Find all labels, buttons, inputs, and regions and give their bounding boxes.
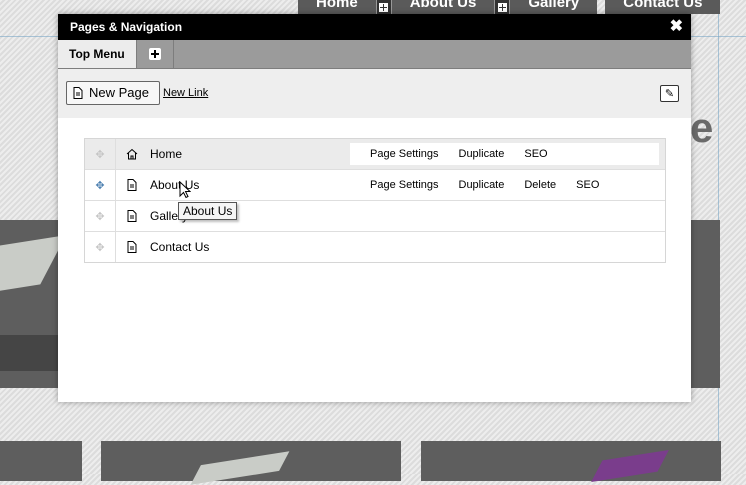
site-nav: Home About Us Gallery Contact Us (298, 0, 721, 14)
page-actions: Page Settings Duplicate SEO (350, 143, 659, 165)
bg-heading-fragment: e (690, 104, 714, 151)
list-item[interactable]: ✥ About Us Page Settings Duplicate Delet… (85, 170, 665, 201)
tooltip: About Us (178, 202, 238, 220)
pages-navigation-dialog: Pages & Navigation ✖ Top Menu New Page N… (58, 14, 691, 402)
bg-image (421, 441, 721, 481)
page-icon (126, 179, 138, 191)
delete-link[interactable]: Delete (524, 179, 556, 191)
close-icon[interactable]: ✖ (670, 14, 683, 40)
dialog-titlebar: Pages & Navigation ✖ (58, 14, 691, 40)
list-item[interactable]: ✥ Contact Us (85, 232, 665, 262)
bg-image (690, 220, 720, 388)
page-name[interactable]: Contact Us (150, 240, 209, 254)
page-icon (73, 87, 83, 99)
page-settings-link[interactable]: Page Settings (370, 148, 439, 160)
new-link-link[interactable]: New Link (163, 87, 208, 99)
page-icon (126, 210, 138, 222)
toolbar: New Page New Link ✎ (58, 69, 691, 118)
duplicate-link[interactable]: Duplicate (459, 179, 505, 191)
list-item[interactable]: ✥ Home Page Settings Duplicate SEO (85, 139, 665, 170)
dialog-title: Pages & Navigation (70, 20, 183, 34)
nav-about[interactable]: About Us (391, 0, 495, 14)
drag-handle-icon[interactable]: ✥ (85, 139, 116, 169)
plus-icon[interactable] (375, 0, 392, 14)
drag-handle-icon[interactable]: ✥ (85, 170, 116, 200)
list-item[interactable]: ✥ Gallery (85, 201, 665, 232)
page-actions: Page Settings Duplicate Delete SEO (350, 174, 599, 196)
nav-home[interactable]: Home (298, 0, 376, 14)
page-name[interactable]: About Us (150, 178, 199, 192)
page-name[interactable]: Home (150, 147, 182, 161)
plus-icon (148, 48, 161, 60)
pencil-icon[interactable]: ✎ (660, 85, 679, 102)
nav-contact[interactable]: Contact Us (605, 0, 721, 14)
add-menu-button[interactable] (137, 40, 174, 68)
tab-top-menu[interactable]: Top Menu (58, 40, 137, 68)
home-icon (126, 148, 138, 160)
drag-handle-icon[interactable]: ✥ (85, 232, 116, 262)
menu-tabs: Top Menu (58, 40, 691, 69)
page-list: ✥ Home Page Settings Duplicate SEO ✥ Abo… (84, 138, 666, 263)
cursor-icon (179, 181, 191, 199)
new-page-button[interactable]: New Page (66, 81, 160, 105)
drag-handle-icon[interactable]: ✥ (85, 201, 116, 231)
new-page-label: New Page (89, 85, 149, 100)
duplicate-link[interactable]: Duplicate (459, 148, 505, 160)
seo-link[interactable]: SEO (576, 179, 599, 191)
nav-gallery[interactable]: Gallery (510, 0, 598, 14)
page-icon (126, 241, 138, 253)
bg-image (0, 335, 60, 371)
page-settings-link[interactable]: Page Settings (370, 179, 439, 191)
bg-image (0, 441, 82, 481)
plus-icon[interactable] (494, 0, 511, 14)
seo-link[interactable]: SEO (524, 148, 547, 160)
